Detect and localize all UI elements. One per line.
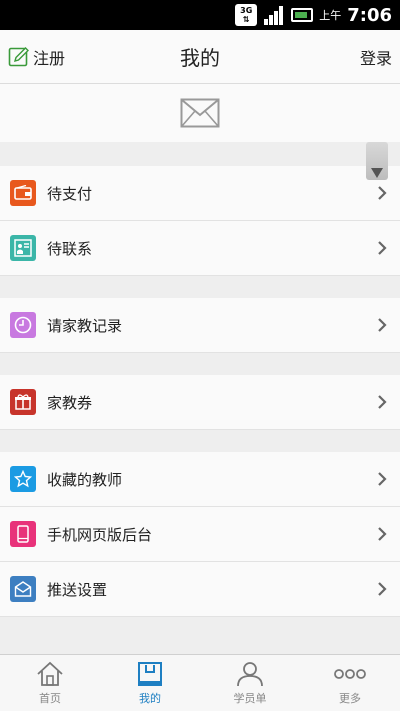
tab-label: 首页 xyxy=(39,691,61,705)
wallet-icon xyxy=(10,180,36,206)
title-bar: 注册 我的 登录 xyxy=(0,30,400,84)
home-icon xyxy=(37,661,63,686)
tab-label: 我的 xyxy=(139,691,161,705)
tab-student-orders[interactable]: 学员单 xyxy=(200,655,300,711)
list-item-mobile-web-admin[interactable]: 手机网页版后台 xyxy=(0,507,400,562)
list-item-favorite-teachers[interactable]: 收藏的教师 xyxy=(0,452,400,507)
register-label: 注册 xyxy=(33,48,66,68)
chevron-right-icon xyxy=(378,395,387,409)
item-label: 家教券 xyxy=(47,393,93,412)
clock-icon xyxy=(10,312,36,338)
battery-icon xyxy=(291,8,314,22)
item-label: 手机网页版后台 xyxy=(47,525,153,544)
list-item-tutor-request-history[interactable]: 请家教记录 xyxy=(0,298,400,353)
list-item-pending-payment[interactable]: 待支付 xyxy=(0,166,400,221)
star-icon xyxy=(10,466,36,492)
tab-more[interactable]: 更多 xyxy=(300,655,400,711)
tab-my[interactable]: 我的 xyxy=(100,655,200,711)
more-icon xyxy=(334,668,366,679)
chevron-right-icon xyxy=(378,472,387,486)
pull-down-arrow-icon xyxy=(366,142,388,180)
chevron-right-icon xyxy=(378,318,387,332)
item-label: 待支付 xyxy=(47,184,93,203)
chevron-right-icon xyxy=(378,582,387,596)
list-item-pending-contact[interactable]: 待联系 xyxy=(0,221,400,276)
signal-icon xyxy=(263,4,285,26)
status-time: 7:06 xyxy=(347,4,392,26)
chevron-right-icon xyxy=(378,186,387,200)
message-banner[interactable] xyxy=(0,84,400,142)
person-icon xyxy=(237,661,263,686)
item-label: 收藏的教师 xyxy=(47,470,123,489)
chevron-right-icon xyxy=(378,241,387,255)
chevron-right-icon xyxy=(378,527,387,541)
status-ampm: 上午 xyxy=(319,9,342,22)
item-label: 推送设置 xyxy=(47,580,108,599)
login-button[interactable]: 登录 xyxy=(360,45,392,69)
bottom-nav: 首页 我的 学员单 更多 xyxy=(0,654,400,711)
contact-board-icon xyxy=(10,235,36,261)
tab-home[interactable]: 首页 xyxy=(0,655,100,711)
edit-icon xyxy=(8,46,29,66)
list-item-tutor-coupons[interactable]: 家教券 xyxy=(0,375,400,430)
item-label: 待联系 xyxy=(47,239,93,258)
status-bar: 3G ⇅ 上午 7:06 xyxy=(0,0,400,30)
phone-icon xyxy=(10,521,36,547)
mail-icon xyxy=(180,98,220,128)
register-button[interactable]: 注册 xyxy=(8,45,65,69)
my-icon xyxy=(138,661,162,686)
network-3g-icon: 3G ⇅ xyxy=(235,4,258,26)
gift-icon xyxy=(10,389,36,415)
item-label: 请家教记录 xyxy=(47,316,123,335)
list-item-push-settings[interactable]: 推送设置 xyxy=(0,562,400,617)
envelope-icon xyxy=(10,576,36,602)
tab-label: 学员单 xyxy=(233,691,267,705)
tab-label: 更多 xyxy=(339,691,361,705)
